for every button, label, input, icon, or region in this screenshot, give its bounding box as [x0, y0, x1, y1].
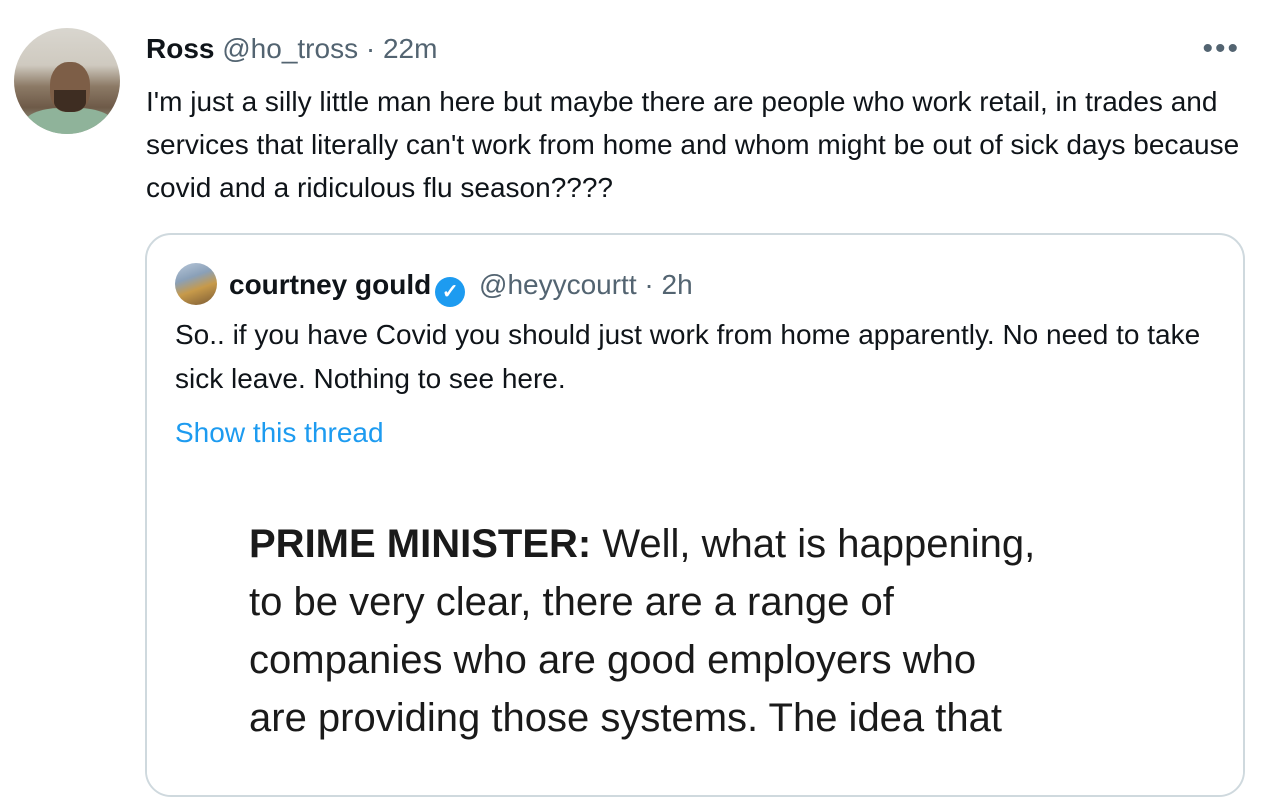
header-separator: ·: [365, 33, 376, 64]
media-line: to be very clear, there are a range of: [249, 580, 894, 624]
quoted-separator: ·: [644, 269, 654, 300]
avatar-beard: [54, 90, 86, 112]
quoted-timestamp[interactable]: 2h: [662, 269, 693, 300]
quoted-avatar[interactable]: [175, 263, 217, 305]
tweet-timestamp[interactable]: 22m: [383, 33, 437, 64]
avatar[interactable]: [14, 28, 120, 134]
media-speaker: PRIME MINISTER:: [249, 522, 592, 566]
more-horizontal-icon[interactable]: •••: [1202, 30, 1240, 68]
tweet-text: I'm just a silly little man here but may…: [146, 86, 1240, 203]
media-line: companies who are good employers who: [249, 638, 977, 682]
quoted-media-image[interactable]: PRIME MINISTER: Well, what is happening,…: [147, 475, 1243, 795]
verified-badge-icon: ✓: [435, 277, 466, 307]
quoted-header: courtney gould ✓ @heyycourtt · 2h: [229, 265, 693, 307]
media-line: are providing those systems. The idea th…: [249, 696, 1003, 740]
quoted-author-handle[interactable]: @heyycourtt: [479, 269, 637, 300]
author-handle[interactable]: @ho_tross: [222, 33, 358, 64]
show-thread-link[interactable]: Show this thread: [175, 413, 384, 453]
media-line: Well, what is happening,: [602, 522, 1036, 566]
author-name[interactable]: Ross: [146, 33, 214, 64]
quoted-text: So.. if you have Covid you should just w…: [175, 319, 1201, 394]
quoted-author-name[interactable]: courtney gould: [229, 269, 431, 300]
media-transcript: PRIME MINISTER: Well, what is happening,…: [249, 515, 1209, 747]
quoted-tweet[interactable]: courtney gould ✓ @heyycourtt · 2h So.. if…: [145, 233, 1245, 797]
tweet-header: Ross @ho_tross · 22m: [146, 30, 437, 68]
